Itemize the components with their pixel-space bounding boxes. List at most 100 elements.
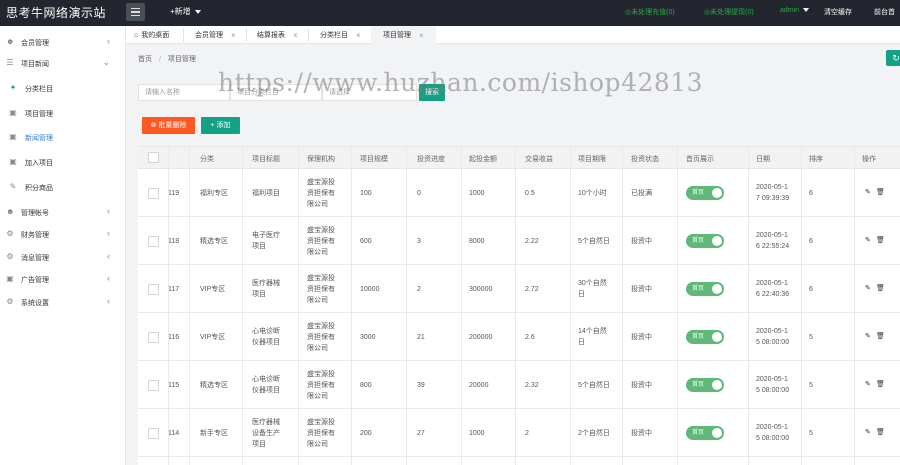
toggle-knob xyxy=(712,428,722,438)
cell-yield: 0.5 xyxy=(525,189,535,197)
close-icon[interactable]: × xyxy=(356,31,361,40)
chevron-left-icon: ‹ xyxy=(107,296,110,306)
edit-icon[interactable]: ✎ xyxy=(865,284,871,292)
sidebar-item-projects[interactable]: ▣ 项目管理 xyxy=(0,103,126,123)
tab-reports[interactable]: 结算报表 × xyxy=(257,26,298,44)
th-date: 日期 xyxy=(756,156,770,163)
cell-min: 1000 xyxy=(469,429,485,437)
row-checkbox[interactable] xyxy=(148,235,159,247)
home-display-toggle[interactable]: 首页 xyxy=(686,282,724,296)
batch-delete-button[interactable]: ⊗ 批量删除 xyxy=(142,117,195,134)
cell-title: 医疗器械 设备生产 项目 xyxy=(252,418,280,448)
home-display-toggle[interactable]: 首页 xyxy=(686,426,724,440)
th-term: 项目期限 xyxy=(578,156,606,163)
cell-category: 精选专区 xyxy=(200,381,228,389)
search-name-input[interactable]: 请输入名称 xyxy=(138,84,230,101)
menu-toggle-icon[interactable] xyxy=(126,3,145,21)
home-display-toggle[interactable]: 首页 xyxy=(686,234,724,248)
breadcrumb-home[interactable]: 首页 xyxy=(138,56,152,63)
sidebar-item-project-news[interactable]: ☰ 项目新闻 ⌄ xyxy=(0,53,126,73)
edit-icon[interactable]: ✎ xyxy=(865,236,871,244)
cell-scale: 800 xyxy=(360,381,372,389)
edit-icon[interactable]: ✎ xyxy=(865,188,871,196)
home-display-toggle[interactable]: 首页 xyxy=(686,186,724,200)
caret-down-icon xyxy=(803,8,810,13)
home-display-toggle[interactable]: 首页 xyxy=(686,378,724,392)
sidebar-item-finance[interactable]: ⚙ 财务管理 ‹ xyxy=(0,224,126,244)
toggle-knob xyxy=(712,380,722,390)
sidebar-item-news[interactable]: ▣ 新闻管理 xyxy=(0,127,126,147)
home-display-toggle[interactable]: 首页 xyxy=(686,330,724,344)
close-icon[interactable]: × xyxy=(231,31,236,40)
sidebar-item-points-goods[interactable]: ✎ 积分商品 xyxy=(0,177,126,197)
close-icon[interactable]: × xyxy=(293,31,298,40)
cell-title: 心电诊断 仪器项目 xyxy=(252,376,280,394)
cell-sort: 5 xyxy=(809,333,813,341)
sidebar-item-members[interactable]: ☻ 会员管理 ‹ xyxy=(0,32,126,52)
trash-icon[interactable]: 🗑 xyxy=(876,428,885,436)
cell-status: 已投满 xyxy=(631,189,652,197)
sidebar-item-messages[interactable]: ⚙ 消息管理 ‹ xyxy=(0,247,126,267)
th-yield: 交易收益 xyxy=(525,156,553,163)
cell-date: 2020-05-1 5 08:00:00 xyxy=(756,376,790,394)
table-row: 117 VIP专区 医疗器械 项目 盛宝源投 资担保有 限公司 10000 2 300000 2.7… xyxy=(138,265,900,313)
edit-icon[interactable]: ✎ xyxy=(865,428,871,436)
cell-progress: 27 xyxy=(417,429,425,437)
trash-icon[interactable]: 🗑 xyxy=(876,284,885,292)
row-checkbox[interactable] xyxy=(148,427,159,439)
close-icon[interactable]: × xyxy=(419,31,424,40)
cell-org: 盛宝源投 资担保有 限公司 xyxy=(307,178,335,208)
th-progress: 投资进度 xyxy=(417,156,445,163)
cell-sort: 6 xyxy=(809,237,813,245)
cell-status: 投资中 xyxy=(631,381,652,389)
pending-recharge-link[interactable]: ◎未处理充值(0) xyxy=(625,7,675,17)
cell-org: 盛宝源投 资担保有 限公司 xyxy=(307,322,335,352)
tab-members[interactable]: 会员管理 × xyxy=(195,26,236,44)
cell-term: 30个自然日 xyxy=(578,280,607,298)
row-checkbox[interactable] xyxy=(148,331,159,343)
add-button[interactable]: + 添加 xyxy=(201,117,240,134)
cell-date: 2020-05-1 5 08:00:00 xyxy=(756,424,790,442)
tab-categories[interactable]: 分类栏目 × xyxy=(320,26,361,44)
trash-icon[interactable]: 🗑 xyxy=(876,380,885,388)
row-checkbox[interactable] xyxy=(148,379,159,391)
trash-icon[interactable]: 🗑 xyxy=(876,188,885,196)
th-min: 起投金额 xyxy=(469,156,497,163)
list-icon: ☰ xyxy=(6,58,14,67)
gear-icon: ⚙ xyxy=(6,229,14,238)
row-checkbox[interactable] xyxy=(148,187,159,199)
tab-bar: ⌂ 我的桌面 会员管理 × 结算报表 × 分类栏目 × 项目管理 × xyxy=(126,26,900,44)
sidebar-item-ads[interactable]: ▣ 广告管理 ‹ xyxy=(0,269,126,289)
cell-sort: 5 xyxy=(809,381,813,389)
tab-projects[interactable]: 项目管理 × xyxy=(371,26,436,44)
cell-min: 8000 xyxy=(469,237,485,245)
frontend-link[interactable]: 前台首 xyxy=(874,7,895,17)
sidebar-item-categories[interactable]: ✦ 分类栏目 xyxy=(0,78,126,98)
row-checkbox[interactable] xyxy=(148,283,159,295)
cell-status: 投资中 xyxy=(631,237,652,245)
cell-status: 投资中 xyxy=(631,285,652,293)
sidebar-item-join-project[interactable]: ▣ 加入项目 xyxy=(0,152,126,172)
cell-id: 119 xyxy=(168,189,180,197)
home-icon: ⌂ xyxy=(134,31,139,39)
new-dropdown[interactable]: +新增 xyxy=(170,6,201,17)
select-all-checkbox[interactable] xyxy=(148,152,159,163)
trash-icon[interactable]: 🗑 xyxy=(876,236,885,244)
cell-term: 14个自然日 xyxy=(578,328,607,346)
cell-category: VIP专区 xyxy=(200,333,226,341)
edit-icon[interactable]: ✎ xyxy=(865,380,871,388)
cell-title: 福利项目 xyxy=(252,189,280,197)
brand-title: 思考牛网络演示站 xyxy=(6,6,107,20)
chevron-left-icon: ‹ xyxy=(107,273,110,283)
edit-icon[interactable]: ✎ xyxy=(865,332,871,340)
refresh-icon[interactable]: ↻ xyxy=(886,50,900,66)
clear-cache-link[interactable]: 清空缓存 xyxy=(824,7,852,17)
trash-icon[interactable]: 🗑 xyxy=(876,332,885,340)
cell-status: 投资中 xyxy=(631,429,652,437)
pending-withdraw-link[interactable]: ◎未处理提现(0) xyxy=(704,7,754,17)
sidebar-item-admin-accounts[interactable]: ☻ 管理帐号 ‹ xyxy=(0,202,126,222)
sidebar-item-settings[interactable]: ⚙ 系统设置 ‹ xyxy=(0,292,126,312)
admin-menu[interactable]: admin xyxy=(780,7,810,14)
th-category: 分类 xyxy=(200,156,214,163)
tab-desktop[interactable]: ⌂ 我的桌面 xyxy=(134,26,169,44)
